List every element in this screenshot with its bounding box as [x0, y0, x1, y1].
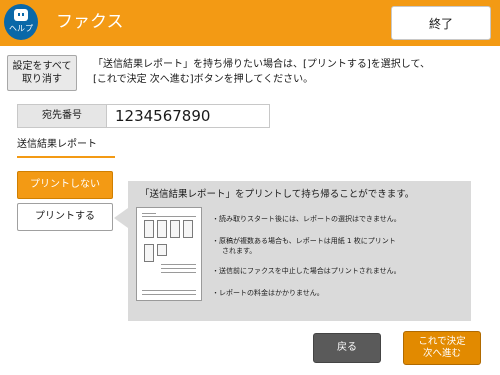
thumb-line — [142, 294, 196, 295]
header-bar: ヘルプ ファクス 終了 — [0, 0, 500, 46]
thumb-page — [170, 220, 180, 238]
report-preview-image — [136, 207, 202, 301]
instruction-line2: [これで決定 次へ進む]ボタンを押してください。 — [93, 74, 314, 85]
help-button[interactable]: ヘルプ — [4, 4, 38, 40]
thumb-line — [161, 264, 196, 265]
thumb-page — [144, 220, 154, 238]
confirm-next-button[interactable]: これで決定 次へ進む — [403, 331, 481, 365]
info-heading: 「送信結果レポート」をプリントして持ち帰ることができます。 — [140, 189, 415, 200]
info-pointer — [114, 208, 128, 228]
confirm-label-line2: 次へ進む — [422, 348, 461, 359]
info-note: されます。 — [222, 247, 257, 255]
thumb-line — [142, 213, 156, 214]
thumb-page — [157, 220, 167, 238]
option-print-button[interactable]: プリントする — [17, 203, 113, 231]
option-no-print-button[interactable]: プリントしない — [17, 171, 113, 199]
section-title: 送信結果レポート — [17, 139, 97, 150]
section-underline — [17, 156, 115, 158]
clear-all-settings-button[interactable]: 設定をすべて 取り消す — [7, 55, 77, 91]
instruction-line1: 「送信結果レポート」を持ち帰りたい場合は、[プリントする]を選択して、 — [93, 59, 431, 70]
app-title: ファクス — [56, 12, 124, 32]
thumb-page — [157, 244, 167, 256]
destination-number-field: 1234567890 — [106, 104, 270, 128]
clear-all-label-line2: 取り消す — [22, 74, 62, 85]
thumb-line — [161, 272, 196, 273]
clear-all-label-line1: 設定をすべて — [12, 61, 72, 72]
info-note: ・原稿が複数ある場合も、レポートは用紙 1 枚にプリント — [212, 237, 396, 245]
help-label: ヘルプ — [9, 24, 33, 33]
thumb-line — [161, 268, 196, 269]
instruction-text: 「送信結果レポート」を持ち帰りたい場合は、[プリントする]を選択して、 [これで… — [93, 57, 493, 87]
thumb-line — [142, 290, 196, 291]
thumb-page — [183, 220, 193, 238]
confirm-label-line1: これで決定 — [418, 336, 466, 347]
thumb-line — [142, 216, 196, 217]
destination-label: 宛先番号 — [17, 104, 107, 128]
info-note: ・送信前にファクスを中止した場合はプリントされません。 — [212, 267, 401, 275]
thumb-page — [144, 244, 154, 262]
info-note: ・レポートの料金はかかりません。 — [212, 289, 324, 297]
end-button[interactable]: 終了 — [391, 6, 491, 40]
info-note: ・読み取りスタート後には、レポートの選択はできません。 — [212, 215, 401, 223]
back-button[interactable]: 戻る — [313, 333, 381, 363]
help-face-icon — [14, 9, 28, 21]
